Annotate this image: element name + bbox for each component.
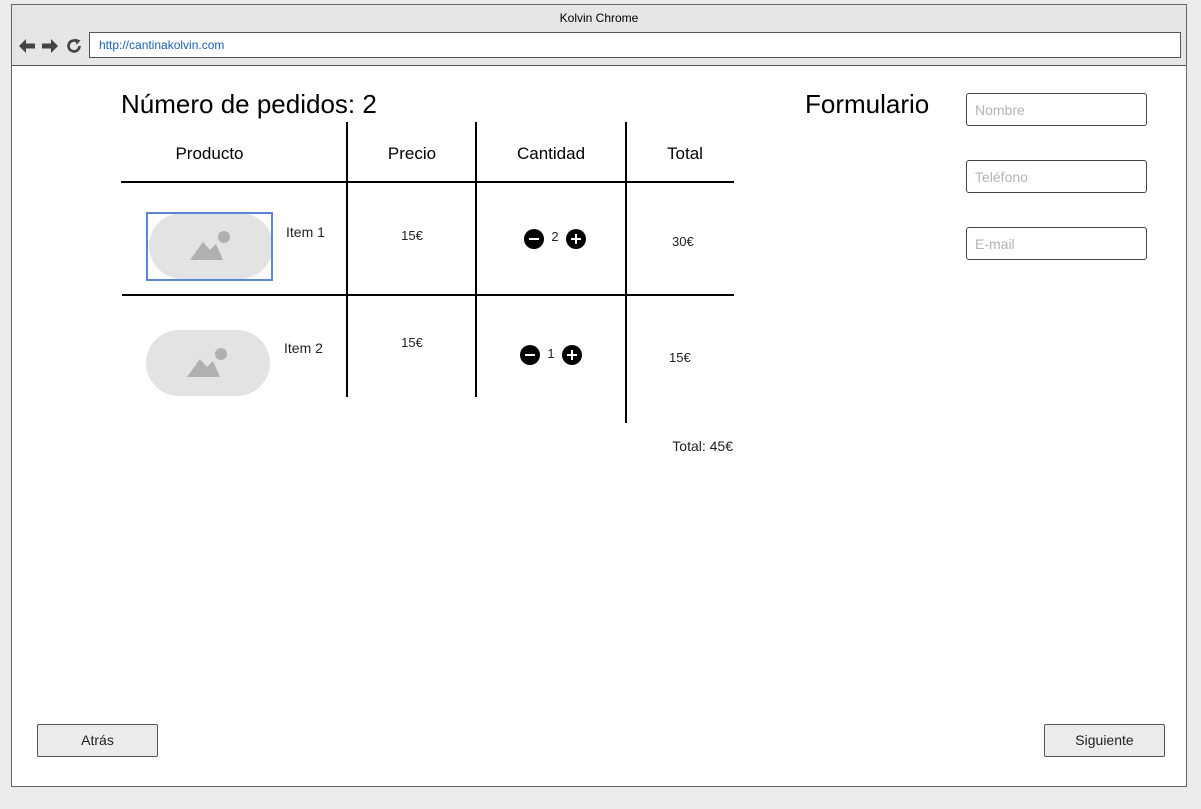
table-divider [346, 122, 348, 397]
increase-quantity-button[interactable] [566, 229, 586, 249]
grand-total: Total: 45€ [672, 438, 733, 454]
orders-heading: Número de pedidos: 2 [121, 89, 377, 119]
nombre-field[interactable] [966, 93, 1147, 126]
table-divider [625, 122, 627, 423]
arrow-left-icon [19, 39, 35, 53]
browser-window: Kolvin Chrome http://cantinakolvin.com N… [11, 4, 1187, 787]
email-field[interactable] [966, 227, 1147, 260]
image-placeholder-icon [187, 348, 227, 377]
table-divider [121, 181, 734, 183]
row-total: 30€ [672, 234, 694, 249]
decrease-quantity-button[interactable] [524, 229, 544, 249]
column-header-total: Total [667, 144, 703, 163]
product-name: Item 2 [284, 340, 323, 356]
selection-frame [146, 212, 273, 281]
table-divider [122, 294, 734, 296]
row-total: 15€ [669, 350, 691, 365]
form-heading: Formulario [805, 89, 930, 119]
telefono-field[interactable] [966, 160, 1147, 193]
window-title: Kolvin Chrome [559, 11, 639, 25]
table-divider [475, 122, 477, 397]
forward-nav-button[interactable] [40, 36, 60, 56]
decrease-quantity-button[interactable] [520, 345, 540, 365]
column-header-producto: Producto [175, 144, 244, 163]
product-name: Item 1 [286, 224, 325, 240]
product-price: 15€ [401, 228, 423, 243]
quantity-value: 2 [551, 229, 559, 244]
back-button[interactable]: Atrás [37, 724, 158, 757]
quantity-value: 1 [547, 346, 555, 361]
arrow-right-icon [42, 39, 58, 53]
increase-quantity-button[interactable] [562, 345, 582, 365]
reload-button[interactable] [64, 36, 84, 56]
browser-chrome: Kolvin Chrome http://cantinakolvin.com [12, 5, 1186, 66]
next-button[interactable]: Siguiente [1044, 724, 1165, 757]
product-thumbnail[interactable] [146, 330, 270, 396]
column-header-cantidad: Cantidad [516, 144, 586, 163]
back-nav-button[interactable] [17, 36, 37, 56]
column-header-precio: Precio [387, 144, 437, 163]
reload-icon [67, 38, 81, 53]
address-bar[interactable]: http://cantinakolvin.com [89, 32, 1181, 58]
product-price: 15€ [401, 335, 423, 350]
